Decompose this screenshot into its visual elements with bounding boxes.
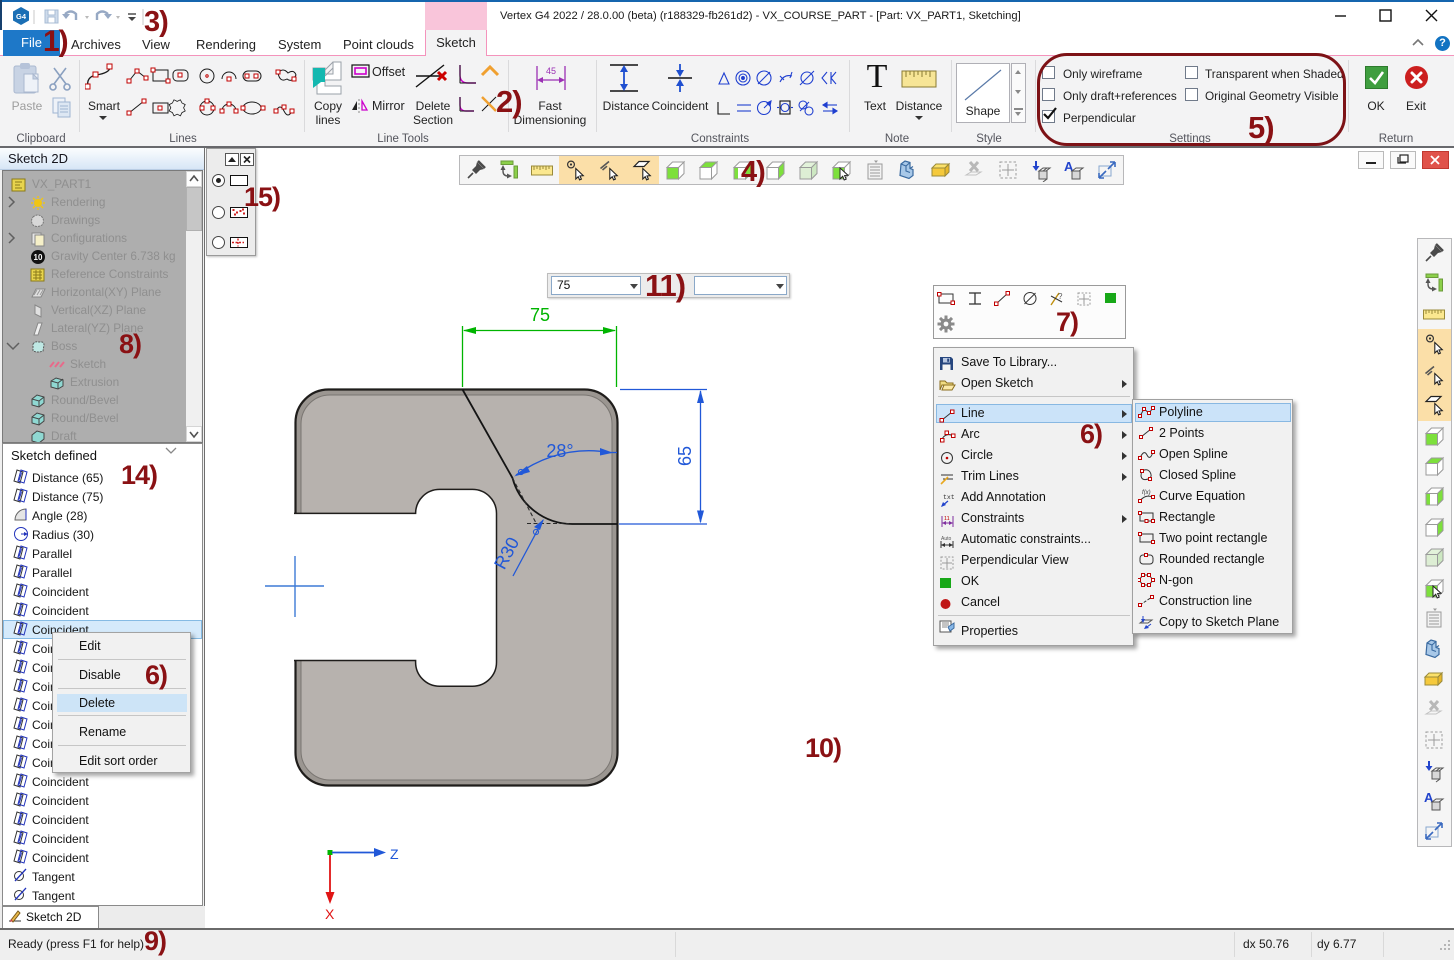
svg-text:65: 65: [675, 446, 695, 466]
svg-text:11: 11: [944, 516, 950, 522]
svg-text:45: 45: [546, 66, 556, 76]
svg-text:Z: Z: [390, 846, 399, 862]
svg-text:10: 10: [34, 253, 43, 262]
svg-text:G4: G4: [16, 12, 27, 21]
svg-text:txt: txt: [943, 494, 955, 501]
svg-text:Auto: Auto: [941, 536, 952, 542]
svg-text:f(x): f(x): [1142, 490, 1151, 496]
svg-text:75: 75: [530, 305, 550, 325]
svg-text:?: ?: [1058, 292, 1063, 301]
svg-text:X: X: [325, 906, 335, 922]
svg-text:28°: 28°: [546, 441, 573, 461]
